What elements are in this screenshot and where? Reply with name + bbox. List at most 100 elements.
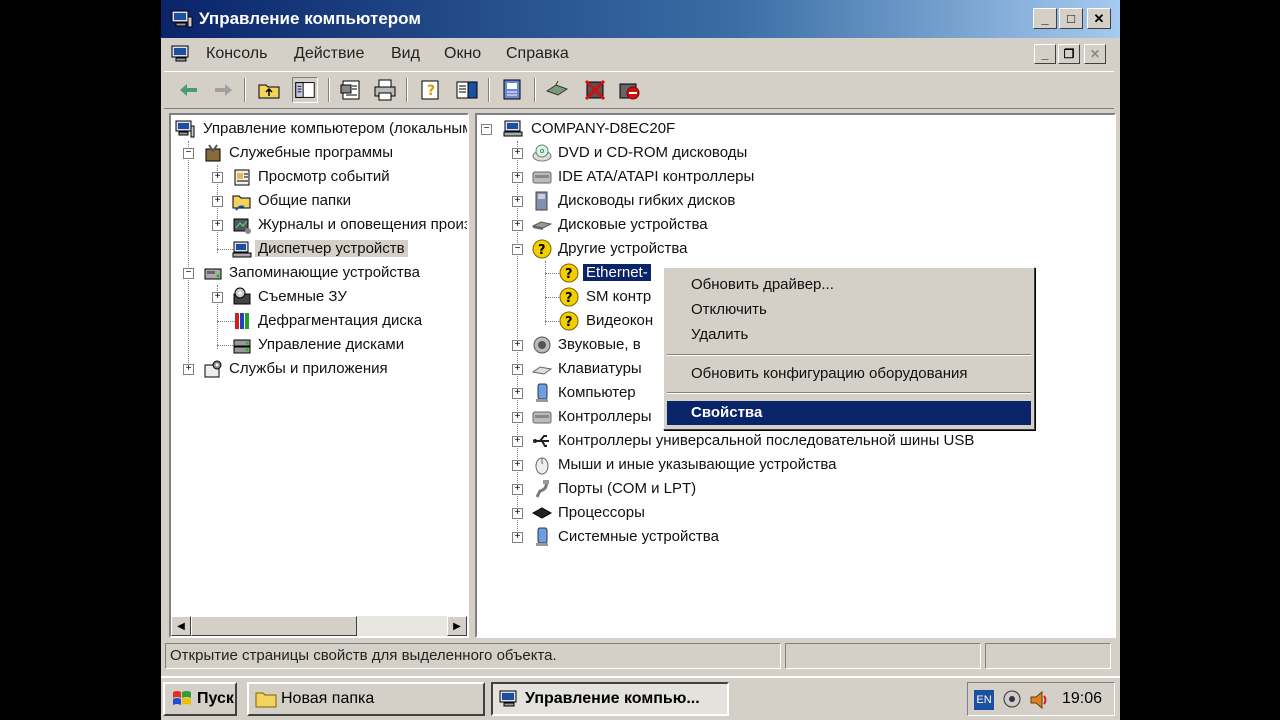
volume-icon[interactable] [1028, 689, 1050, 711]
expand-toggle[interactable]: + [183, 364, 194, 375]
console-icon[interactable] [171, 44, 193, 64]
up-folder-icon[interactable] [256, 77, 282, 103]
title-bar[interactable]: Управление компьютером _ □ ✕ [161, 0, 1120, 38]
port-icon [535, 480, 549, 498]
mdi-close-button[interactable]: ✕ [1084, 44, 1106, 64]
forward-arrow-icon[interactable] [210, 77, 236, 103]
menu-item-properties[interactable]: Свойства [667, 401, 1031, 425]
disable-device-icon[interactable] [616, 77, 642, 103]
ide-controller-icon [532, 171, 552, 184]
taskbar-button-computer-management[interactable]: Управление компью... [491, 682, 729, 716]
speaker-icon [533, 336, 551, 354]
scroll-left-button[interactable]: ◀ [171, 616, 191, 636]
menu-view[interactable]: Вид [391, 45, 420, 63]
collapse-toggle[interactable]: − [183, 268, 194, 279]
expand-toggle[interactable]: + [512, 364, 523, 375]
expand-toggle[interactable]: + [212, 292, 223, 303]
collapse-toggle[interactable]: − [512, 244, 523, 255]
expand-toggle[interactable]: + [512, 196, 523, 207]
mouse-icon [535, 457, 549, 475]
tree-line [545, 261, 546, 325]
expand-toggle[interactable]: + [512, 220, 523, 231]
menu-item-scan-hardware[interactable]: Обновить конфигурацию оборудования [667, 362, 1031, 386]
back-arrow-icon[interactable] [176, 77, 202, 103]
warning-device-icon: ? [559, 287, 579, 307]
expand-toggle[interactable]: + [212, 172, 223, 183]
collapse-toggle[interactable]: − [183, 148, 194, 159]
toolbar-separator [534, 78, 536, 102]
tree-line [188, 141, 189, 373]
language-indicator[interactable]: EN [974, 690, 994, 710]
expand-toggle[interactable]: + [512, 340, 523, 351]
status-bar: Открытие страницы свойств для выделенног… [165, 641, 1117, 671]
computer-icon [503, 120, 523, 137]
expand-toggle[interactable]: + [512, 508, 523, 519]
console-tree-pane[interactable]: Управление компьютером (локальным) − Слу… [169, 113, 469, 638]
status-panel [785, 643, 981, 669]
taskbar-button-new-folder[interactable]: Новая папка [247, 682, 485, 716]
uninstall-device-icon[interactable] [582, 77, 608, 103]
expand-toggle[interactable]: + [512, 148, 523, 159]
menu-help[interactable]: Справка [506, 45, 569, 63]
usb-icon [533, 435, 549, 447]
expand-toggle[interactable]: + [512, 172, 523, 183]
folder-icon [255, 692, 277, 708]
expand-toggle[interactable]: + [512, 532, 523, 543]
svg-text:?: ? [538, 243, 546, 258]
horizontal-scrollbar[interactable]: ◀ ▶ [171, 616, 467, 636]
show-description-icon[interactable] [454, 77, 480, 103]
system-device-icon [536, 527, 548, 546]
toolbar-separator [244, 78, 246, 102]
clock[interactable]: 19:06 [1062, 690, 1102, 708]
svg-text:?: ? [427, 83, 435, 99]
expand-toggle[interactable]: + [512, 484, 523, 495]
keyboard-icon [532, 366, 552, 375]
close-button[interactable]: ✕ [1087, 8, 1111, 29]
defragmenter-icon [235, 313, 249, 329]
help-icon[interactable]: ? [418, 77, 444, 103]
cdrom-icon [532, 144, 552, 162]
scan-hardware-icon[interactable] [500, 77, 526, 103]
expand-toggle[interactable]: + [512, 388, 523, 399]
services-apps-icon [204, 360, 222, 378]
expand-toggle[interactable]: + [212, 196, 223, 207]
windows-logo-icon [173, 691, 191, 705]
desktop-screen: Управление компьютером _ □ ✕ Консоль Дей… [161, 0, 1120, 720]
menu-console[interactable]: Консоль [206, 45, 267, 63]
scroll-thumb[interactable] [191, 616, 357, 636]
collapse-toggle[interactable]: − [481, 124, 492, 135]
removable-storage-icon [233, 287, 251, 305]
expand-toggle[interactable]: + [512, 412, 523, 423]
toolbar-separator [328, 78, 330, 102]
expand-toggle[interactable]: + [212, 220, 223, 231]
toolbar-separator [406, 78, 408, 102]
start-button[interactable]: Пуск [163, 682, 237, 716]
window-title: Управление компьютером [199, 9, 421, 28]
properties-icon[interactable] [338, 77, 364, 103]
maximize-button[interactable]: □ [1059, 8, 1083, 29]
menu-item-update-driver[interactable]: Обновить драйвер... [667, 273, 1031, 297]
mdi-restore-button[interactable]: ❐ [1058, 44, 1080, 64]
menu-action[interactable]: Действие [294, 45, 364, 63]
expand-toggle[interactable]: + [512, 436, 523, 447]
scroll-right-button[interactable]: ▶ [447, 616, 467, 636]
computer-management-icon [499, 690, 517, 707]
computer-management-icon [171, 10, 193, 28]
controller-icon [532, 411, 552, 424]
expand-toggle[interactable]: + [512, 460, 523, 471]
taskbar: Пуск Новая папка Управление компью... EN… [161, 676, 1120, 720]
update-driver-icon[interactable] [544, 77, 570, 103]
menu-item-disable[interactable]: Отключить [667, 298, 1031, 322]
network-tray-icon[interactable] [1002, 689, 1022, 711]
disk-drive-icon [532, 221, 552, 230]
performance-logs-icon [233, 218, 251, 234]
disk-management-icon [233, 339, 251, 354]
print-icon[interactable] [372, 77, 398, 103]
system-tools-icon [205, 144, 221, 162]
menu-item-uninstall[interactable]: Удалить [667, 323, 1031, 347]
context-menu: Обновить драйвер... Отключить Удалить Об… [663, 267, 1035, 430]
menu-window[interactable]: Окно [444, 45, 481, 63]
show-hide-tree-icon[interactable] [292, 77, 318, 103]
mdi-minimize-button[interactable]: _ [1034, 44, 1056, 64]
minimize-button[interactable]: _ [1033, 8, 1057, 29]
